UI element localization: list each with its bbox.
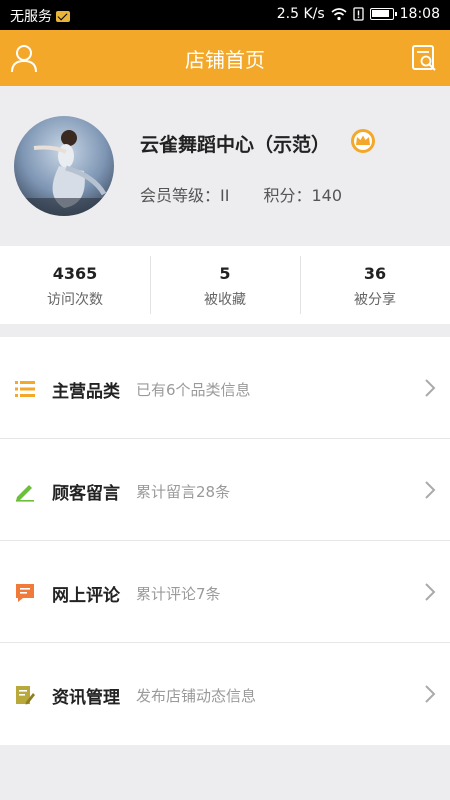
clock: 18:08 [399,6,440,22]
stat-visits[interactable]: 4365 访问次数 [0,246,150,324]
crown-icon [351,129,375,153]
menu-item-label: 顾客留言 [52,484,120,504]
stat-shares[interactable]: 36 被分享 [300,246,450,324]
stat-label: 被收藏 [204,292,246,308]
menu-item-label: 主营品类 [52,382,120,402]
stat-label: 访问次数 [47,292,103,308]
stats-bar: 4365 访问次数 5 被收藏 36 被分享 [0,246,450,324]
menu-item-messages[interactable]: 顾客留言 累计留言28条 [0,439,450,541]
menu-item-news[interactable]: 资讯管理 发布店铺动态信息 [0,643,450,745]
wifi-icon [331,8,347,21]
menu-item-label: 资讯管理 [52,688,120,708]
menu-list: 主营品类 已有6个品类信息 顾客留言 累计留言28条 网上评论 累计评论7条 资… [0,337,450,745]
status-left: 无服务 [10,6,70,26]
status-bar: 无服务 2.5 K/s 18:08 [0,0,450,30]
edit-doc-icon [16,686,35,705]
menu-item-categories[interactable]: 主营品类 已有6个品类信息 [0,337,450,439]
app-header: 店铺首页 [0,30,450,86]
carrier-text: 无服务 [10,9,52,25]
sim-alert-icon [352,7,364,21]
chevron-right-icon [425,481,436,499]
pencil-icon [16,485,34,502]
list-icon [15,381,35,397]
stat-label: 被分享 [354,292,396,308]
menu-item-desc: 累计留言28条 [136,483,231,501]
stat-value: 4365 [52,264,98,283]
menu-item-desc: 发布店铺动态信息 [136,687,257,705]
battery-icon [369,8,397,20]
status-right: 2.5 K/s 18:08 [277,6,440,22]
chevron-right-icon [425,583,436,601]
member-level: 会员等级：II [140,186,230,205]
chevron-right-icon [425,685,436,703]
shop-avatar[interactable] [14,116,114,216]
search-report-icon[interactable] [410,43,438,73]
chevron-right-icon [425,379,436,397]
shop-profile: 云雀舞蹈中心（示范） 会员等级：II 积分：140 [0,86,450,246]
menu-item-label: 网上评论 [52,586,120,606]
comment-icon [16,584,34,602]
shop-name: 云雀舞蹈中心（示范） [140,134,331,156]
stat-value: 5 [219,264,231,283]
menu-item-desc: 已有6个品类信息 [136,381,251,399]
member-info: 会员等级：II 积分：140 [140,182,342,206]
stat-favorites[interactable]: 5 被收藏 [150,246,300,324]
network-speed: 2.5 K/s [276,6,325,22]
menu-item-desc: 累计评论7条 [136,585,221,603]
member-points: 积分：140 [263,186,342,205]
menu-item-reviews[interactable]: 网上评论 累计评论7条 [0,541,450,643]
page-title: 店铺首页 [185,48,265,72]
mail-icon [56,10,70,22]
stat-value: 36 [363,264,387,283]
